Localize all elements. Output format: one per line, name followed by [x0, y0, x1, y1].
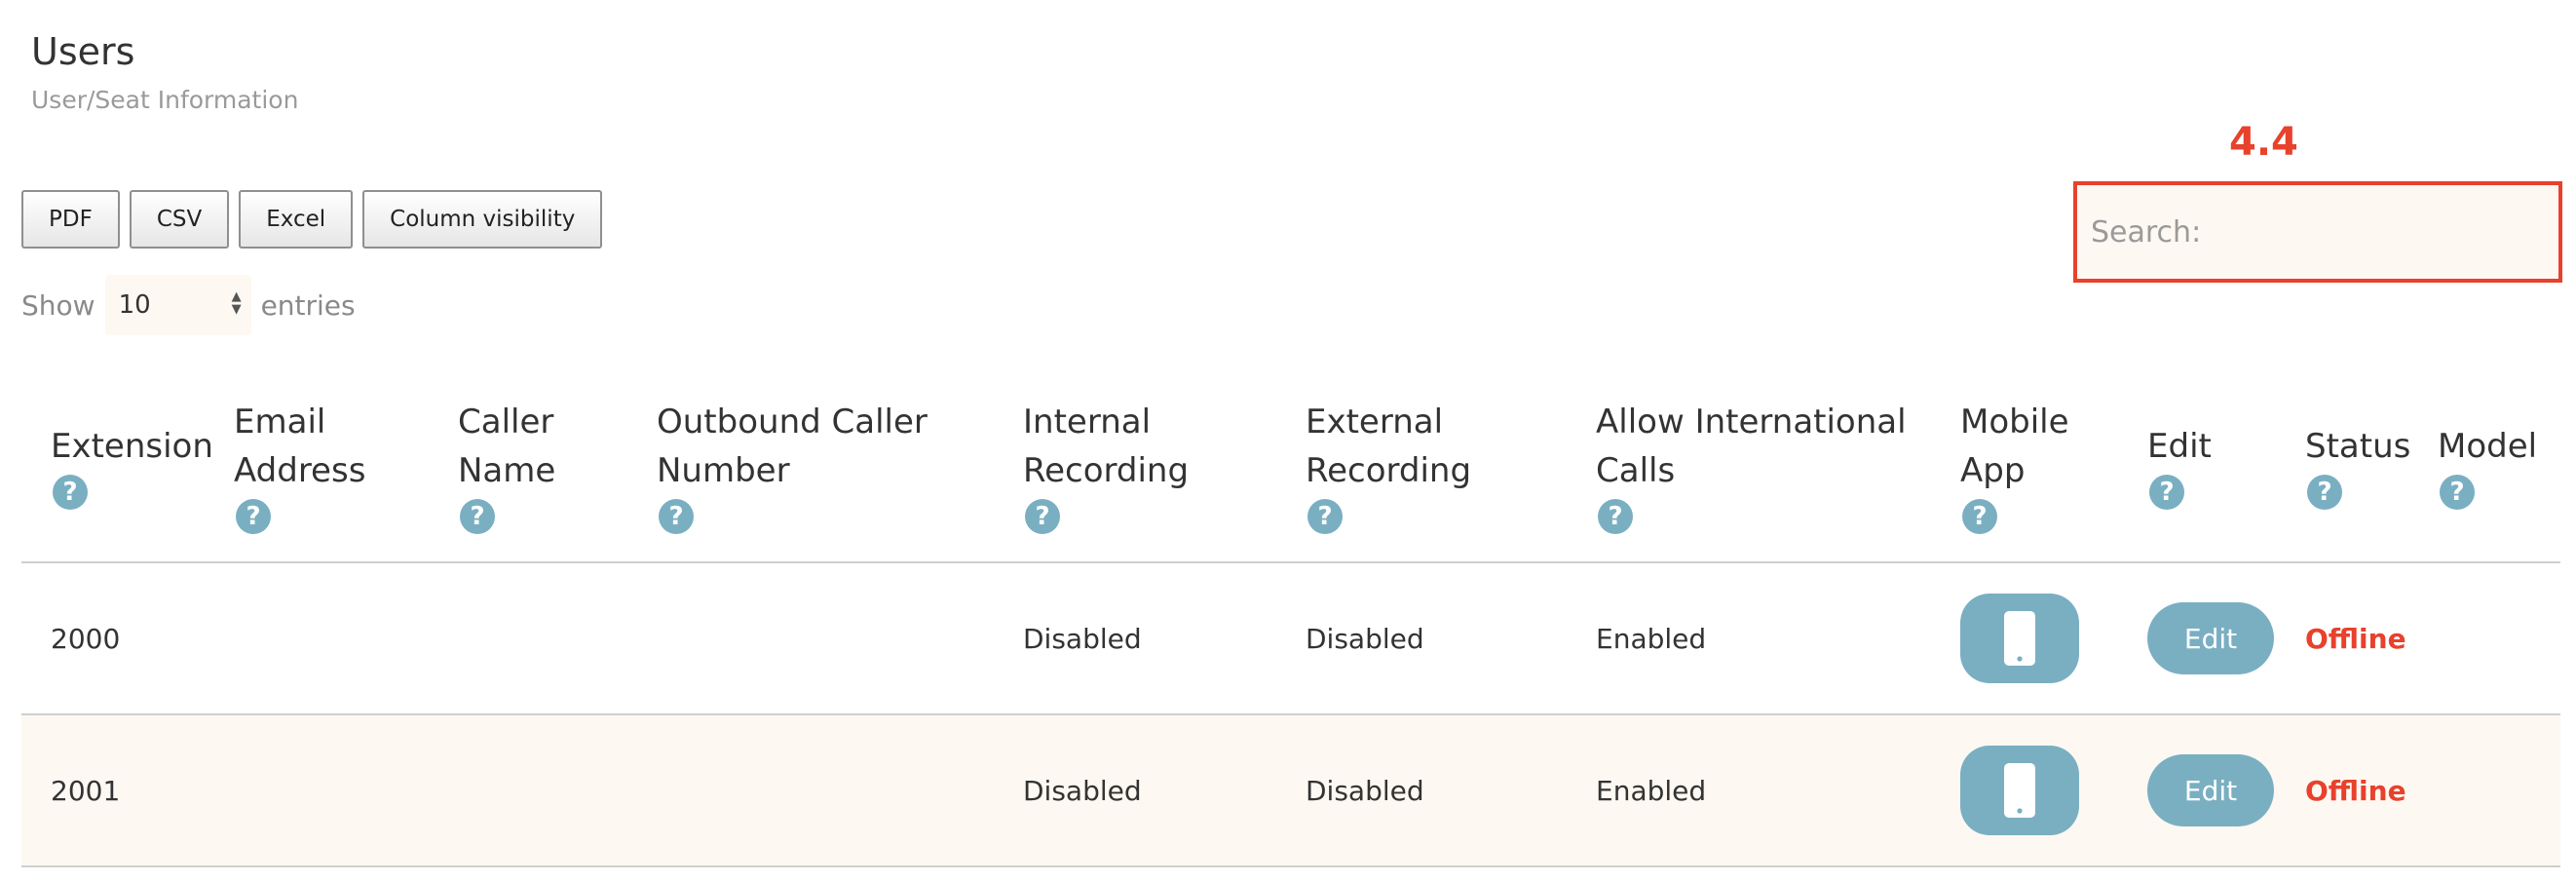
mobile-phone-icon: [2004, 763, 2035, 818]
header-mobile-app[interactable]: Mobile App ?: [1960, 370, 2069, 561]
cell-international-calls: Enabled: [1596, 774, 1707, 807]
table-row: 2000 Disabled Disabled Enabled Edit Offl…: [21, 563, 2560, 715]
cell-internal-recording: Disabled: [1023, 622, 1142, 655]
header-label: Extension: [51, 427, 213, 466]
entries-select[interactable]: 10 ▲ ▼: [104, 275, 251, 335]
cell-extension: 2000: [51, 622, 121, 655]
search-input[interactable]: [2211, 202, 2558, 262]
header-allow-international-calls[interactable]: Allow International Calls ?: [1596, 370, 1907, 561]
mobile-app-button[interactable]: [1960, 594, 2079, 683]
header-extension[interactable]: Extension ?: [51, 370, 213, 561]
excel-export-button[interactable]: Excel: [239, 190, 354, 249]
cell-status: Offline: [2305, 563, 2406, 713]
header-label: Caller Name: [458, 403, 556, 490]
question-circle-icon[interactable]: ?: [659, 499, 694, 534]
page-title: Users: [31, 30, 135, 73]
search-container: Search:: [2073, 181, 2562, 283]
column-visibility-button[interactable]: Column visibility: [362, 190, 603, 249]
cell-international-calls: Enabled: [1596, 622, 1707, 655]
question-circle-icon[interactable]: ?: [1025, 499, 1060, 534]
status-text: Offline: [2305, 622, 2406, 655]
question-circle-icon[interactable]: ?: [1962, 499, 1997, 534]
header-external-recording[interactable]: External Recording ?: [1306, 370, 1471, 561]
entries-select-value: 10: [118, 290, 151, 320]
cell-extension: 2001: [51, 774, 121, 807]
pdf-export-button[interactable]: PDF: [21, 190, 120, 249]
question-circle-icon[interactable]: ?: [1307, 499, 1343, 534]
edit-button[interactable]: Edit: [2147, 754, 2274, 826]
header-label: Email Address: [234, 403, 366, 490]
page-subtitle: User/Seat Information: [31, 86, 299, 114]
header-label: Edit: [2147, 427, 2212, 466]
header-edit[interactable]: Edit ?: [2147, 370, 2212, 561]
header-label: External Recording: [1306, 403, 1472, 490]
question-circle-icon[interactable]: ?: [460, 499, 495, 534]
question-circle-icon[interactable]: ?: [2440, 475, 2475, 510]
csv-export-button[interactable]: CSV: [129, 190, 230, 249]
cell-status: Offline: [2305, 715, 2406, 865]
edit-button[interactable]: Edit: [2147, 602, 2274, 674]
show-label: Show: [21, 288, 95, 322]
cell-mobile-app: [1960, 563, 2079, 713]
table-row: 2001 Disabled Disabled Enabled Edit Offl…: [21, 715, 2560, 867]
cell-internal-recording: Disabled: [1023, 774, 1142, 807]
header-label: Model: [2438, 427, 2538, 466]
header-email-address[interactable]: Email Address ?: [234, 370, 365, 561]
cell-external-recording: Disabled: [1306, 774, 1424, 807]
select-arrows-icon: ▲ ▼: [231, 289, 242, 317]
header-label: Internal Recording: [1023, 403, 1190, 490]
search-label: Search:: [2091, 214, 2202, 250]
mobile-phone-icon: [2004, 611, 2035, 666]
cell-edit: Edit: [2147, 715, 2274, 865]
status-text: Offline: [2305, 774, 2406, 807]
header-outbound-caller-number[interactable]: Outbound Caller Number ?: [657, 370, 928, 561]
header-label: Mobile App: [1960, 403, 2069, 490]
cell-edit: Edit: [2147, 563, 2274, 713]
table-header: Extension ? Email Address ? Caller Name …: [21, 370, 2560, 563]
question-circle-icon[interactable]: ?: [53, 475, 88, 510]
entries-label: entries: [260, 288, 356, 322]
header-status[interactable]: Status ?: [2305, 370, 2410, 561]
header-internal-recording[interactable]: Internal Recording ?: [1023, 370, 1189, 561]
entries-length-control: Show 10 ▲ ▼ entries: [21, 275, 356, 335]
annotation-label: 4.4: [2229, 120, 2298, 165]
mobile-app-button[interactable]: [1960, 746, 2079, 835]
cell-mobile-app: [1960, 715, 2079, 865]
header-model[interactable]: Model ?: [2438, 370, 2537, 561]
header-caller-name[interactable]: Caller Name ?: [458, 370, 555, 561]
question-circle-icon[interactable]: ?: [2307, 475, 2342, 510]
question-circle-icon[interactable]: ?: [2149, 475, 2184, 510]
question-circle-icon[interactable]: ?: [1598, 499, 1633, 534]
question-circle-icon[interactable]: ?: [236, 499, 271, 534]
export-toolbar: PDF CSV Excel Column visibility: [21, 190, 603, 249]
cell-external-recording: Disabled: [1306, 622, 1424, 655]
header-label: Outbound Caller Number: [657, 403, 928, 490]
header-label: Status: [2305, 427, 2411, 466]
header-label: Allow International Calls: [1596, 403, 1907, 490]
